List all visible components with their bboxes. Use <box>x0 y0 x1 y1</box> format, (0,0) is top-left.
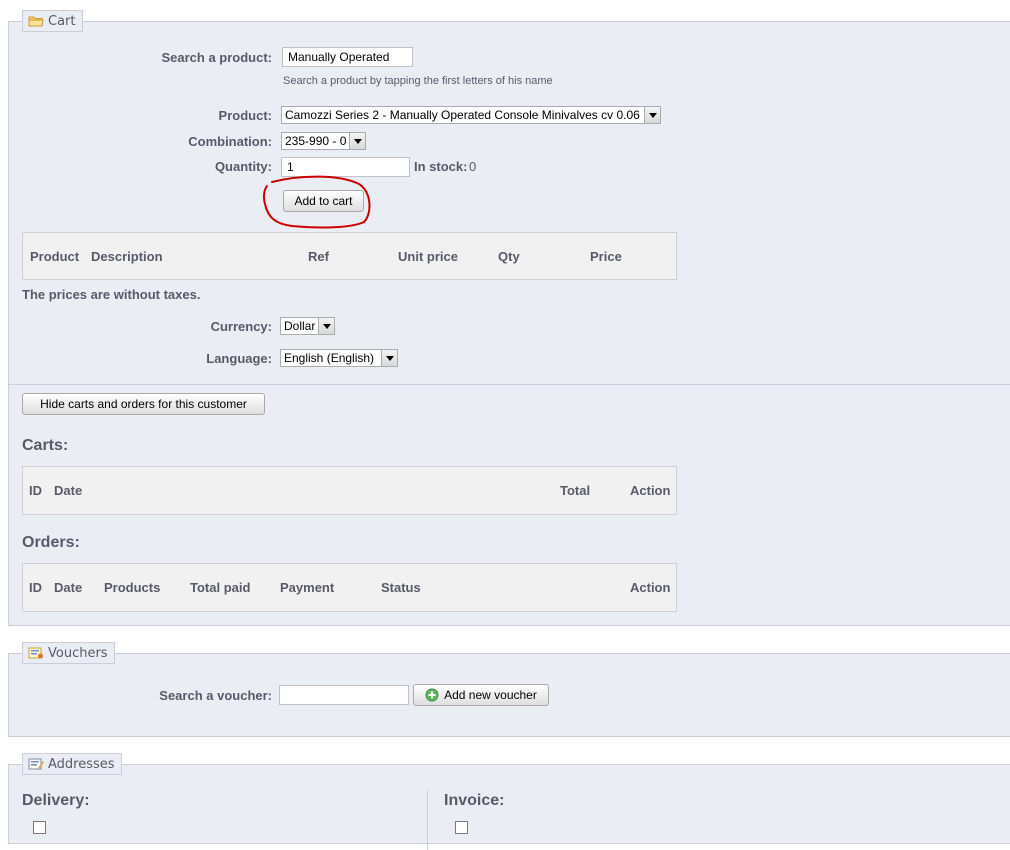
column-header-total-paid: Total paid <box>190 580 251 595</box>
cart-legend-label: Cart <box>48 13 76 29</box>
search-voucher-input[interactable] <box>279 685 409 705</box>
column-header-id: ID <box>29 483 42 498</box>
annotation-circle <box>262 175 371 229</box>
vouchers-legend-label: Vouchers <box>48 645 108 661</box>
invoice-title: Invoice: <box>444 792 505 809</box>
currency-select[interactable]: Dollar <box>280 317 335 335</box>
cart-products-table: Product Description Ref Unit price Qty P… <box>22 232 677 280</box>
language-select[interactable]: English (English) <box>280 349 398 367</box>
add-new-voucher-button[interactable]: Add new voucher <box>413 684 549 706</box>
language-select-value: English (English) <box>284 351 375 365</box>
vouchers-legend: Vouchers <box>22 642 115 664</box>
in-stock-label: In stock: <box>414 159 468 174</box>
chevron-down-icon[interactable] <box>349 133 365 149</box>
invoice-address-checkbox[interactable] <box>455 821 468 834</box>
search-product-help: Search a product by tapping the first le… <box>283 75 553 87</box>
column-header-product: Product <box>30 249 80 264</box>
addresses-legend-label: Addresses <box>48 756 115 772</box>
language-label: Language: <box>206 351 272 366</box>
section-divider <box>9 384 1010 385</box>
column-header-qty: Qty <box>498 249 520 264</box>
address-icon <box>28 757 44 771</box>
column-header-description: Description <box>91 249 163 264</box>
column-header-unit-price: Unit price <box>398 249 458 264</box>
addresses-legend: Addresses <box>22 753 122 775</box>
orders-table: ID Date Products Total paid Payment Stat… <box>22 563 677 612</box>
add-new-voucher-label: Add new voucher <box>444 688 537 702</box>
carts-title: Carts: <box>22 437 69 454</box>
combination-select[interactable]: 235-990 - 0 <box>281 132 366 150</box>
addresses-divider <box>427 790 428 850</box>
column-header-action: Action <box>630 483 671 498</box>
delivery-title: Delivery: <box>22 792 90 809</box>
chevron-down-icon[interactable] <box>318 318 334 334</box>
column-header-total: Total <box>560 483 591 498</box>
vouchers-fieldset: Vouchers Search a voucher: Add new vouch… <box>8 642 1010 737</box>
folder-icon <box>28 15 44 27</box>
currency-label: Currency: <box>210 319 272 334</box>
column-header-date: Date <box>54 580 83 595</box>
column-header-products: Products <box>104 580 161 595</box>
quantity-label: Quantity: <box>214 159 272 174</box>
column-header-date: Date <box>54 483 83 498</box>
addresses-fieldset: Addresses Delivery: Invoice: <box>8 753 1010 850</box>
column-header-payment: Payment <box>280 580 335 595</box>
cart-fieldset: Cart Search a product: Manually Operated… <box>8 10 1010 626</box>
product-select-value: Camozzi Series 2 - Manually Operated Con… <box>285 108 640 122</box>
product-label: Product: <box>218 108 272 123</box>
currency-select-value: Dollar <box>284 319 316 333</box>
chevron-down-icon[interactable] <box>381 350 397 366</box>
chevron-down-icon[interactable] <box>644 107 660 123</box>
plus-icon <box>425 688 439 702</box>
in-stock-value: 0 <box>469 159 477 174</box>
cart-legend: Cart <box>22 10 83 32</box>
orders-title: Orders: <box>22 534 80 551</box>
column-header-ref: Ref <box>308 249 329 264</box>
hide-carts-orders-button[interactable]: Hide carts and orders for this customer <box>22 393 265 415</box>
column-header-price: Price <box>590 249 622 264</box>
column-header-id: ID <box>29 580 42 595</box>
carts-table: ID Date Total Action <box>22 466 677 515</box>
combination-label: Combination: <box>188 134 272 149</box>
column-header-status: Status <box>381 580 421 595</box>
search-product-input[interactable]: Manually Operated <box>282 47 413 67</box>
product-select[interactable]: Camozzi Series 2 - Manually Operated Con… <box>281 106 661 124</box>
column-header-action: Action <box>630 580 671 595</box>
combination-select-value: 235-990 - 0 <box>285 134 347 148</box>
search-voucher-label: Search a voucher: <box>159 688 272 703</box>
delivery-address-checkbox[interactable] <box>33 821 46 834</box>
voucher-icon <box>28 646 44 660</box>
prices-note: The prices are without taxes. <box>22 287 201 302</box>
search-product-label: Search a product: <box>161 50 272 65</box>
